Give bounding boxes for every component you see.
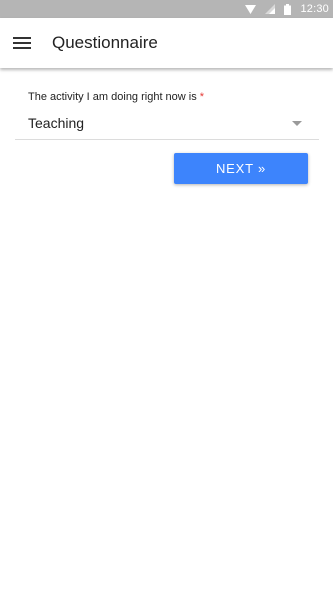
question-label: The activity I am doing right now is *	[28, 91, 204, 103]
status-bar: 12:30	[0, 0, 333, 18]
page-title: Questionnaire	[52, 33, 158, 52]
battery-icon	[284, 3, 292, 15]
cell-signal-icon	[265, 4, 276, 14]
activity-select-value: Teaching	[28, 115, 85, 131]
required-marker: *	[199, 91, 205, 103]
question-label-text: The activity I am doing right now is	[28, 91, 197, 103]
app-bar: Questionnaire	[0, 18, 333, 68]
dropdown-arrow-icon	[292, 121, 302, 126]
wifi-icon	[245, 4, 257, 14]
activity-select[interactable]: Teaching	[15, 109, 319, 140]
next-button[interactable]: NEXT »	[174, 153, 308, 184]
questionnaire-form: The activity I am doing right now is * Te…	[0, 68, 333, 592]
hamburger-menu-icon[interactable]	[11, 33, 33, 53]
status-icons: 12:30	[245, 0, 329, 18]
status-time: 12:30	[300, 3, 329, 15]
